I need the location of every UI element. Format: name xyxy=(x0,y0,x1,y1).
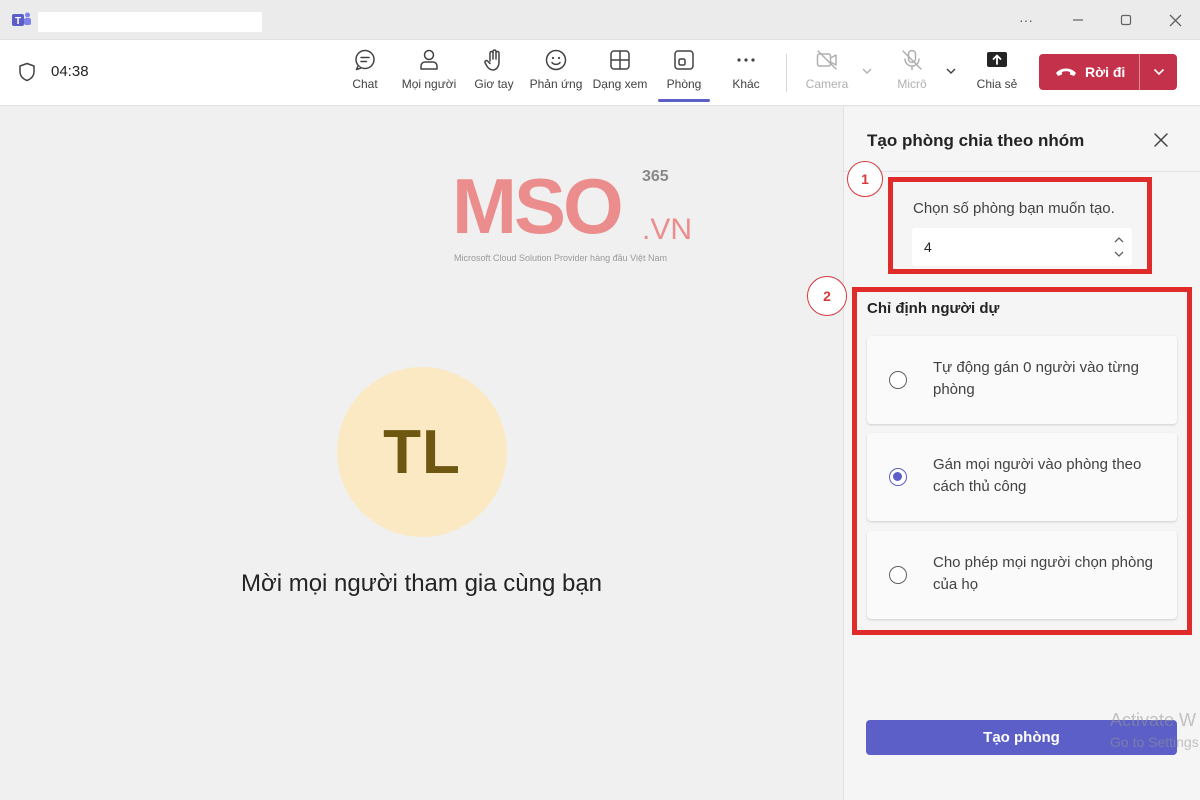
hang-up-icon xyxy=(1056,68,1076,76)
panel-title: Tạo phòng chia theo nhóm xyxy=(867,131,1085,150)
avatar-initials: TL xyxy=(383,417,461,487)
mso-logo: MSO 365 .VN Microsoft Cloud Solution Pro… xyxy=(450,165,710,275)
minimize-icon xyxy=(1073,19,1083,21)
minimize-button[interactable] xyxy=(1060,8,1096,32)
leave-label: Rời đi xyxy=(1085,64,1126,80)
chat-button[interactable]: Chat xyxy=(346,48,384,100)
active-tab-indicator xyxy=(658,99,710,102)
option-manual-assign[interactable]: Gán mọi người vào phòng theo cách thủ cô… xyxy=(867,433,1177,521)
leave-button[interactable]: Rời đi xyxy=(1039,54,1177,90)
mic-button[interactable]: Micrô xyxy=(892,48,932,100)
reaction-button[interactable]: Phản ứng xyxy=(528,48,584,100)
maximize-icon xyxy=(1120,14,1132,26)
chat-icon xyxy=(355,49,375,71)
share-label: Chia sẻ xyxy=(976,77,1018,91)
view-label: Dạng xem xyxy=(592,77,648,91)
reaction-label: Phản ứng xyxy=(529,77,583,91)
shield-icon xyxy=(19,62,35,82)
assign-options-highlight: Chỉ định người dự Tự động gán 0 người và… xyxy=(852,287,1192,635)
more-options-icon[interactable]: ··· xyxy=(1008,8,1044,32)
room-count-value: 4 xyxy=(924,239,932,255)
option-choose-room-label: Cho phép mọi người chọn phòng của họ xyxy=(933,554,1154,593)
logo-superscript: 365 xyxy=(642,168,669,185)
activation-watermark: Activate W xyxy=(1110,710,1197,730)
stepper-arrows-icon[interactable] xyxy=(1112,233,1126,261)
svg-text:T: T xyxy=(15,16,21,27)
room-count-stepper[interactable]: 4 xyxy=(912,228,1132,266)
mic-label: Micrô xyxy=(897,77,927,91)
room-count-label: Chọn số phòng bạn muốn tạo. xyxy=(913,200,1115,217)
camera-off-icon xyxy=(816,50,837,70)
callout-1-label: 1 xyxy=(861,171,869,187)
rooms-button[interactable]: Phòng xyxy=(662,48,706,100)
activation-watermark-sub: Go to Settings xyxy=(1110,734,1199,750)
leave-options-dropdown[interactable] xyxy=(1140,54,1177,90)
maximize-button[interactable] xyxy=(1108,8,1144,32)
logo-suffix: .VN xyxy=(642,213,693,246)
mic-off-icon xyxy=(902,49,922,71)
window-title xyxy=(38,12,262,32)
view-button[interactable]: Dạng xem xyxy=(591,48,649,100)
rooms-icon xyxy=(674,50,694,70)
close-icon[interactable] xyxy=(1150,129,1172,151)
invite-message: Mời mọi người tham gia cùng bạn xyxy=(240,570,603,597)
reaction-icon xyxy=(545,49,567,71)
more-label: Khác xyxy=(732,77,760,91)
option-auto-assign-label: Tự động gán 0 người vào từng phòng xyxy=(933,359,1139,398)
close-icon xyxy=(1169,14,1181,26)
logo-text: MSO xyxy=(452,162,624,250)
callout-number-2: 2 xyxy=(807,276,847,316)
meeting-toolbar: 04:38 Chat Mọi người Giơ tay Phản ứng Dạ… xyxy=(0,40,1200,106)
avatar: TL xyxy=(337,367,507,537)
camera-options-chevron-icon[interactable] xyxy=(860,64,874,78)
radio-manual-assign[interactable] xyxy=(889,468,907,486)
toolbar-divider xyxy=(786,54,787,92)
raise-hand-icon xyxy=(484,49,500,71)
rooms-label: Phòng xyxy=(666,77,702,91)
radio-choose-room[interactable] xyxy=(889,566,907,584)
camera-label: Camera xyxy=(805,77,849,91)
logo-tagline: Microsoft Cloud Solution Provider hàng đ… xyxy=(454,253,667,263)
callout-number-1: 1 xyxy=(847,161,883,197)
teams-logo-icon: T xyxy=(12,12,31,27)
raise-hand-button[interactable]: Giơ tay xyxy=(472,48,516,100)
mic-options-chevron-icon[interactable] xyxy=(944,64,958,78)
radio-auto-assign[interactable] xyxy=(889,371,907,389)
leave-main-action[interactable]: Rời đi xyxy=(1039,54,1139,90)
chevron-down-icon xyxy=(1153,68,1164,76)
option-manual-assign-label: Gán mọi người vào phòng theo cách thủ cô… xyxy=(933,456,1142,495)
option-choose-room[interactable]: Cho phép mọi người chọn phòng của họ xyxy=(867,531,1177,619)
panel-divider xyxy=(844,171,1200,172)
room-count-highlight: Chọn số phòng bạn muốn tạo. 4 xyxy=(888,177,1152,274)
more-options-label: ··· xyxy=(1019,12,1033,28)
more-button[interactable]: Khác xyxy=(727,48,765,100)
people-icon xyxy=(420,49,438,70)
people-label: Mọi người xyxy=(401,77,457,91)
share-button[interactable]: Chia sẻ xyxy=(974,48,1020,100)
people-button[interactable]: Mọi người xyxy=(399,48,459,100)
view-icon xyxy=(610,50,630,70)
assign-participants-title: Chỉ định người dự xyxy=(867,300,1000,317)
close-window-button[interactable] xyxy=(1157,8,1193,32)
callout-2-label: 2 xyxy=(823,288,831,304)
camera-button[interactable]: Camera xyxy=(804,48,850,100)
chat-label: Chat xyxy=(352,77,378,91)
share-icon xyxy=(987,52,1007,67)
option-auto-assign[interactable]: Tự động gán 0 người vào từng phòng xyxy=(867,336,1177,424)
title-bar: T ··· xyxy=(0,0,1200,40)
raise-hand-label: Giơ tay xyxy=(474,77,514,91)
more-icon xyxy=(737,58,755,62)
meeting-timer: 04:38 xyxy=(51,63,89,80)
